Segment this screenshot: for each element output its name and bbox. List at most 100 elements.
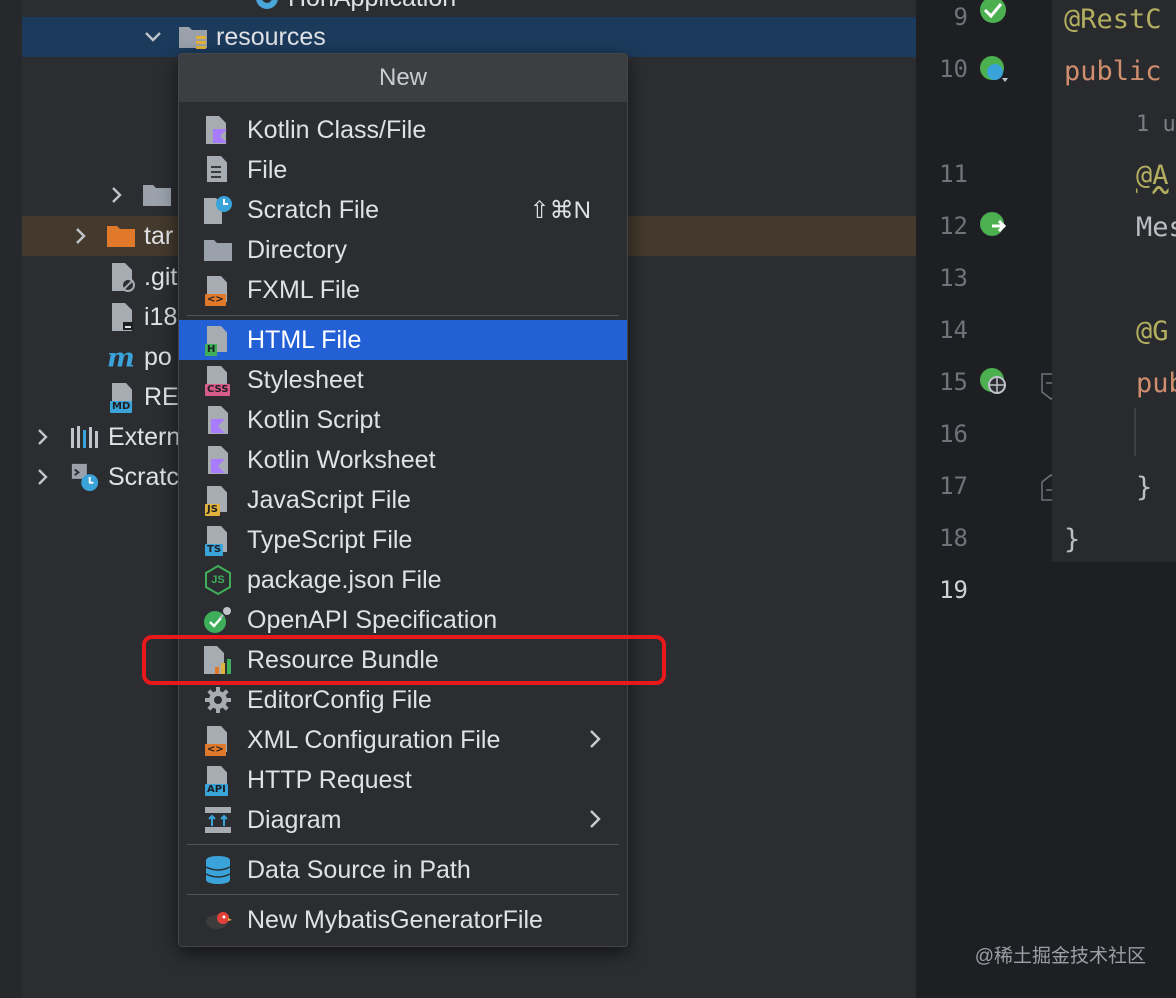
excluded-folder-icon <box>106 221 136 251</box>
tree-item-label: .git <box>144 262 178 291</box>
code-line: @G <box>1136 316 1169 347</box>
fxml-file-icon: <> <box>203 274 233 306</box>
menu-item-openapi-specification[interactable]: OpenAPI Specification <box>179 600 627 640</box>
submenu-chevron-icon <box>589 805 601 836</box>
code-line: } <box>1064 524 1081 555</box>
line-number: 14 <box>939 316 968 344</box>
code-line: } <box>1136 472 1153 503</box>
maven-icon: m <box>106 342 136 372</box>
chevron-right-icon[interactable] <box>30 424 56 450</box>
menu-separator <box>187 844 619 845</box>
menu-item-kotlin-script[interactable]: Kotlin Script <box>179 400 627 440</box>
code-line: Mes <box>1136 212 1176 243</box>
libraries-icon <box>70 422 100 452</box>
menu-separator <box>187 894 619 895</box>
tree-item-label: Scratc <box>108 462 179 491</box>
line-number: 19 <box>939 576 968 604</box>
line-number: 9 <box>953 3 968 31</box>
menu-item-typescript-file[interactable]: TS TypeScript File <box>179 520 627 560</box>
menu-item-new-mybatis-generator-file[interactable]: New MybatisGeneratorFile <box>179 900 627 940</box>
menu-item-editorconfig-file[interactable]: EditorConfig File <box>179 680 627 720</box>
menu-item-scratch-file[interactable]: Scratch File ⇧⌘N <box>179 190 627 230</box>
menu-item-file[interactable]: File <box>179 150 627 190</box>
menu-item-package-json-file[interactable]: JS package.json File <box>179 560 627 600</box>
line-number: 13 <box>939 264 968 292</box>
submenu-chevron-icon <box>589 725 601 756</box>
menu-item-html-file[interactable]: H HTML File <box>179 320 627 360</box>
openapi-icon <box>203 604 233 636</box>
javascript-file-icon: JS <box>203 484 233 516</box>
menu-item-fxml-file[interactable]: <> FXML File <box>179 270 627 310</box>
code-line: @A <box>1136 160 1169 191</box>
css-file-icon: CSS <box>203 364 233 396</box>
menu-title: New <box>179 54 627 102</box>
menu-item-javascript-file[interactable]: JS JavaScript File <box>179 480 627 520</box>
xml-file-icon: <> <box>203 724 233 756</box>
text-file-icon <box>108 302 138 332</box>
spring-bean-gutter-icon[interactable] <box>976 52 1010 86</box>
kotlin-file-icon <box>203 114 233 146</box>
code-line: public <box>1064 56 1162 87</box>
folder-icon <box>142 180 172 210</box>
menu-separator <box>187 315 619 316</box>
line-number: 12 <box>939 212 968 240</box>
menu-item-stylesheet[interactable]: CSS Stylesheet <box>179 360 627 400</box>
scratches-icon <box>70 462 100 492</box>
menu-item-diagram[interactable]: Diagram <box>179 800 627 840</box>
menu-item-xml-configuration-file[interactable]: <> XML Configuration File <box>179 720 627 760</box>
tree-item-resources[interactable]: resources <box>22 17 916 57</box>
indent-guide <box>1134 408 1136 456</box>
menu-item-kotlin-worksheet[interactable]: Kotlin Worksheet <box>179 440 627 480</box>
request-mapping-gutter-icon[interactable] <box>976 364 1010 398</box>
tree-item-label: po <box>144 342 172 371</box>
mybatis-bird-icon <box>203 904 233 936</box>
diagram-icon <box>203 804 233 836</box>
tree-tool-strip <box>0 0 22 998</box>
new-file-popup-menu: New Kotlin Class/File File Scratch File … <box>178 53 628 947</box>
kotlin-script-icon <box>203 404 233 436</box>
tree-item-label: Extern <box>108 422 181 451</box>
tree-item-label: HonApplication <box>288 0 456 13</box>
nodejs-icon: JS <box>203 564 233 596</box>
usage-hint[interactable]: 1 u <box>1136 112 1176 137</box>
menu-item-directory[interactable]: Directory <box>179 230 627 270</box>
editor-gutter: 9 10 11 12 13 14 15 16 17 18 19 <box>916 0 1061 998</box>
spring-bean-gutter-icon[interactable] <box>976 0 1010 30</box>
file-icon <box>203 154 233 186</box>
spring-app-icon <box>252 0 282 13</box>
gear-icon <box>203 684 233 716</box>
menu-item-http-request[interactable]: API HTTP Request <box>179 760 627 800</box>
html-file-icon: H <box>203 324 233 356</box>
svg-text:m: m <box>107 343 135 371</box>
line-number: 18 <box>939 524 968 552</box>
tree-item-label: tar <box>144 221 174 250</box>
typescript-file-icon: TS <box>203 524 233 556</box>
code-line: @RestC <box>1064 4 1162 35</box>
highlight-box-resource-bundle <box>142 635 666 685</box>
chevron-right-icon[interactable] <box>30 464 56 490</box>
scratch-file-icon <box>203 194 233 226</box>
chevron-right-icon[interactable] <box>104 182 130 208</box>
api-file-icon: API <box>203 764 233 796</box>
line-number: 16 <box>939 420 968 448</box>
code-editor[interactable]: @RestC public 1 u @A Mes @G pub } } <box>1052 0 1176 998</box>
chevron-right-icon[interactable] <box>68 223 94 249</box>
tree-item-application[interactable]: HonApplication <box>22 0 916 18</box>
folder-icon <box>203 234 233 266</box>
kotlin-worksheet-icon <box>203 444 233 476</box>
autowired-gutter-icon[interactable] <box>976 208 1010 242</box>
line-number: 17 <box>939 472 968 500</box>
shortcut-label: ⇧⌘N <box>529 196 591 224</box>
tree-item-label: resources <box>216 22 326 51</box>
menu-item-kotlin-class-file[interactable]: Kotlin Class/File <box>179 110 627 150</box>
markdown-file-icon: MD <box>108 382 138 413</box>
tree-item-label: i18 <box>144 302 178 331</box>
database-icon <box>203 854 233 886</box>
line-number: 15 <box>939 368 968 396</box>
line-number: 11 <box>939 160 968 188</box>
chevron-down-icon[interactable] <box>140 24 166 50</box>
code-line: pub <box>1136 368 1176 399</box>
resources-folder-icon <box>178 22 208 52</box>
watermark: @稀土掘金技术社区 <box>974 946 1146 967</box>
menu-item-data-source-in-path[interactable]: Data Source in Path <box>179 850 627 890</box>
